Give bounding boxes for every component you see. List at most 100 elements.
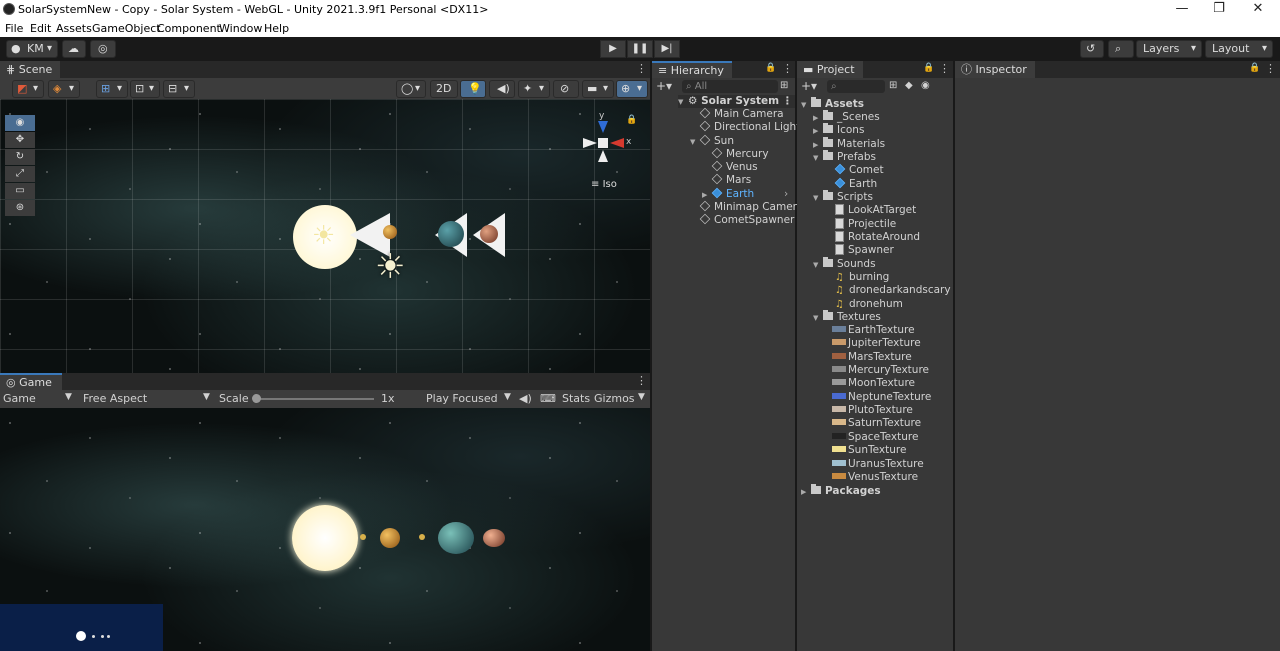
project-texture-item[interactable]: NeptuneTexture — [832, 391, 931, 404]
step-button[interactable]: ▶| — [654, 40, 680, 58]
hierarchy-item-directional-light[interactable]: Directional Light — [699, 120, 800, 134]
chevron-right-icon[interactable]: › — [784, 188, 788, 201]
chevron-down-icon[interactable]: ▼ — [638, 392, 645, 402]
keyboard-shortcuts-icon[interactable]: ⌨ — [540, 392, 556, 405]
move-tool-button[interactable]: ✥ — [5, 132, 35, 148]
scale-tool-button[interactable]: ⤢ — [5, 166, 35, 182]
hierarchy-item-minimap-camera[interactable]: Minimap Camera — [699, 200, 803, 214]
add-icon[interactable]: +▾ — [801, 79, 817, 93]
add-icon[interactable]: +▾ — [656, 79, 672, 93]
project-folder-textures[interactable]: ▼ Textures — [813, 310, 881, 324]
menu-assets[interactable]: Assets — [56, 22, 92, 35]
gizmo-neg-y-axis[interactable] — [598, 150, 608, 162]
orientation-gizmo[interactable]: y x 🔒 — [580, 111, 640, 171]
project-sound-dronehum[interactable]: ♫ dronehum — [835, 298, 903, 311]
gizmos-button[interactable]: Gizmos — [594, 392, 635, 405]
project-folder-prefabs[interactable]: ▼ Prefabs — [813, 150, 876, 164]
project-texture-item[interactable]: UranusTexture — [832, 458, 924, 471]
play-button[interactable]: ▶ — [600, 40, 626, 58]
menu-window[interactable]: Window — [219, 22, 262, 35]
project-prefab-comet[interactable]: Comet — [834, 163, 884, 177]
view-tool-button[interactable]: ◉ — [5, 115, 35, 131]
scene-viewport[interactable]: ◉ ✥ ↻ ⤢ ▭ ⊛ ☀ ☀ y x 🔒 ≡ Iso — [0, 99, 650, 373]
hidden-objects-toggle[interactable]: ⊘ — [553, 80, 579, 98]
hierarchy-item-sun[interactable]: ▼ Sun — [690, 134, 734, 148]
project-menu-icon[interactable]: ⋮ — [939, 62, 950, 75]
project-assets-root[interactable]: ▼ Assets — [801, 97, 864, 111]
hierarchy-scene-root[interactable]: ▼ ⚙ Solar System ⋮ — [678, 95, 795, 108]
hierarchy-item-mars[interactable]: Mars — [711, 173, 751, 187]
project-folder-sounds[interactable]: ▼ Sounds — [813, 257, 876, 271]
display-dropdown[interactable]: Game ▼ — [3, 392, 75, 406]
rect-tool-button[interactable]: ▭ — [5, 183, 35, 199]
account-dropdown[interactable]: ● KM — [6, 40, 58, 58]
tab-inspector[interactable]: ⓘ Inspector — [955, 61, 1035, 78]
project-texture-item[interactable]: SpaceTexture — [832, 431, 918, 444]
earth-sphere[interactable] — [438, 221, 464, 247]
project-sound-dronedarkandscary[interactable]: ♫ dronedarkandscary — [835, 284, 951, 297]
transform-tool-button[interactable]: ⊛ — [5, 200, 35, 216]
rotate-tool-button[interactable]: ↻ — [5, 149, 35, 165]
scale-slider-thumb[interactable] — [252, 394, 261, 403]
scale-slider-track[interactable] — [256, 398, 374, 400]
project-script-projectile[interactable]: Projectile — [835, 218, 896, 231]
search-button[interactable]: ⌕ — [1108, 40, 1134, 58]
lighting-toggle[interactable]: 💡 — [460, 80, 486, 98]
play-mode-dropdown[interactable]: Play Focused ▼ — [426, 392, 512, 406]
hierarchy-menu-icon[interactable]: ⋮ — [782, 62, 793, 75]
scene-menu-icon[interactable]: ⋮ — [636, 62, 647, 75]
lock-icon[interactable]: 🔒 — [923, 63, 934, 73]
hierarchy-item-comet-spawner[interactable]: CometSpawner — [699, 213, 794, 227]
shading-dropdown[interactable]: ◯ — [396, 80, 426, 98]
project-script-lookattarget[interactable]: LookAtTarget — [835, 204, 916, 217]
mars-sphere[interactable] — [480, 225, 498, 243]
cloud-button[interactable]: ☁ — [62, 40, 86, 58]
pause-button[interactable]: ❚❚ — [627, 40, 653, 58]
project-folder-icons[interactable]: ▶ Icons — [813, 123, 864, 137]
project-texture-item[interactable]: MoonTexture — [832, 377, 915, 390]
grid-snap-dropdown[interactable]: ⊞ — [96, 80, 128, 98]
hierarchy-item-earth[interactable]: ▶ Earth › — [702, 187, 788, 201]
layers-dropdown[interactable]: Layers — [1136, 40, 1202, 58]
project-texture-item[interactable]: SaturnTexture — [832, 417, 921, 430]
hierarchy-item-main-camera[interactable]: Main Camera — [699, 107, 784, 121]
menu-gameobject[interactable]: GameObject — [92, 22, 161, 35]
project-script-spawner[interactable]: Spawner — [835, 244, 894, 257]
render-mode-dropdown[interactable]: ◈ — [48, 80, 80, 98]
tab-game[interactable]: ◎ Game — [0, 373, 62, 390]
hidden-packages-icon[interactable]: ◉ — [921, 80, 930, 91]
project-texture-item[interactable]: VenusTexture — [832, 471, 918, 484]
project-texture-item[interactable]: EarthTexture — [832, 324, 915, 337]
aspect-dropdown[interactable]: Free Aspect ▼ — [83, 392, 213, 406]
iso-label[interactable]: ≡ Iso — [591, 179, 617, 190]
project-prefab-earth[interactable]: Earth — [834, 177, 877, 191]
tab-hierarchy[interactable]: ≡ Hierarchy — [652, 61, 732, 78]
tab-project[interactable]: ▬ Project — [797, 61, 863, 78]
gizmos-dropdown[interactable]: ⊕ — [616, 80, 648, 98]
effects-dropdown[interactable]: ✦ — [518, 80, 550, 98]
gizmo-y-axis[interactable] — [598, 121, 608, 133]
scene-menu-icon[interactable]: ⋮ — [782, 95, 793, 108]
gizmo-center[interactable] — [598, 138, 608, 148]
mercury-sphere[interactable] — [383, 225, 397, 239]
menu-file[interactable]: File — [5, 22, 23, 35]
layout-dropdown[interactable]: Layout — [1205, 40, 1273, 58]
gizmo-neg-x-axis[interactable] — [583, 138, 597, 148]
stats-button[interactable]: Stats — [562, 392, 590, 405]
inspector-menu-icon[interactable]: ⋮ — [1265, 62, 1276, 75]
project-folder-scripts[interactable]: ▼ Scripts — [813, 190, 873, 204]
search-by-type-icon[interactable]: ⊞ — [889, 80, 897, 91]
project-texture-item[interactable]: MercuryTexture — [832, 364, 929, 377]
project-texture-item[interactable]: JupiterTexture — [832, 337, 921, 350]
gizmo-lock-icon[interactable]: 🔒 — [626, 115, 637, 125]
minimize-icon[interactable]: — — [1175, 2, 1189, 16]
game-viewport[interactable] — [0, 408, 650, 651]
project-texture-item[interactable]: SunTexture — [832, 444, 906, 457]
audio-toggle[interactable]: ◀) — [489, 80, 515, 98]
tab-scene[interactable]: ⋕ Scene — [0, 61, 60, 78]
2d-toggle[interactable]: 2D — [430, 80, 458, 98]
project-sound-burning[interactable]: ♫ burning — [835, 271, 889, 284]
close-icon[interactable]: ✕ — [1251, 2, 1265, 16]
search-by-label-icon[interactable]: ◆ — [905, 80, 913, 91]
game-menu-icon[interactable]: ⋮ — [636, 374, 647, 387]
